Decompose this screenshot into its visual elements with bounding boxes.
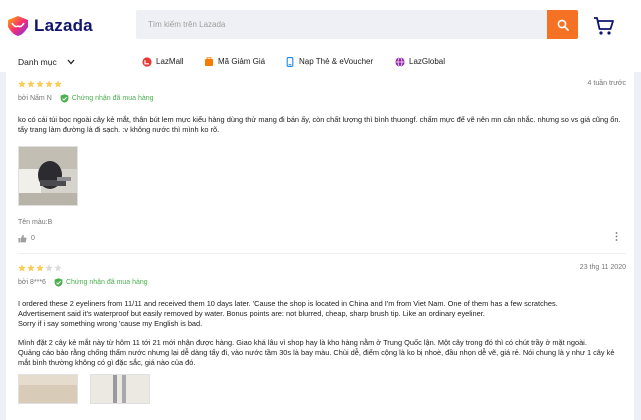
review-text: ko có cái túi bọc ngoài cây kẻ mắt, thân… [18, 115, 621, 134]
star-filled-icon [36, 80, 44, 88]
chevron-down-icon [67, 59, 75, 64]
star-filled-icon [27, 264, 35, 272]
lazmall-icon [142, 56, 152, 67]
cart-icon[interactable] [593, 16, 615, 36]
star-empty-icon [54, 264, 62, 272]
review-photo[interactable] [90, 374, 150, 404]
search-box [136, 10, 548, 39]
review-photo[interactable] [18, 146, 78, 206]
verified-check-icon [60, 94, 69, 103]
verified-label: Chứng nhận đã mua hàng [71, 95, 154, 102]
rating-stars [18, 264, 626, 273]
header: Lazada [0, 0, 641, 50]
review-photo-image [91, 375, 149, 403]
more-options-icon[interactable] [615, 232, 618, 241]
review-content: ko có cái túi bọc ngoài cây kẻ mắt, thân… [18, 115, 626, 135]
star-filled-icon [18, 80, 26, 88]
review-text: Mình đặt 2 cây kẻ mắt này từ hôm 11 tới … [18, 338, 587, 347]
review-item: 4 tuần trước bởi Nấm N Chứng nhận đã mua… [18, 80, 626, 244]
review-photo-image [19, 147, 77, 205]
nav-link-lazmall[interactable]: LazMall [142, 56, 184, 67]
verified-label: Chứng nhận đã mua hàng [65, 279, 148, 286]
lazada-logo[interactable]: Lazada [6, 14, 93, 38]
review-text: Advertisement said it's waterproof but e… [18, 309, 485, 318]
review-content: I ordered these 2 eyeliners from 11/11 a… [18, 299, 626, 368]
star-filled-icon [27, 80, 35, 88]
review-photo[interactable] [18, 374, 78, 404]
thumbs-up-icon[interactable] [18, 234, 27, 243]
category-menu-button[interactable]: Danh mục [18, 56, 75, 67]
nav-link-label: Mã Giảm Giá [218, 57, 266, 66]
voucher-icon [205, 56, 213, 66]
review-text: Quảng cáo bảo rằng chống thấm nước nhưng… [18, 348, 615, 367]
rating-stars [18, 80, 626, 89]
nav-link-voucher[interactable]: Mã Giảm Giá [204, 56, 265, 67]
review-photos [18, 374, 626, 404]
star-filled-icon [54, 80, 62, 88]
star-filled-icon [45, 80, 53, 88]
star-filled-icon [18, 264, 26, 272]
review-date: 4 tuần trước [587, 80, 626, 87]
variant-label: Tên màu:B [18, 219, 53, 226]
verified-check-icon [54, 278, 63, 287]
brand-name: Lazada [34, 16, 93, 35]
search-input[interactable] [136, 10, 548, 39]
like-count: 0 [31, 234, 35, 242]
category-menu-label: Danh mục [18, 56, 57, 67]
review-author: bởi Nấm N [18, 95, 52, 102]
nav-link-lazglobal[interactable]: LazGlobal [395, 56, 445, 67]
review-text: I ordered these 2 eyeliners from 11/11 a… [18, 299, 558, 308]
lazada-heart-icon [8, 16, 28, 36]
review-photo-image [19, 375, 77, 403]
nav-link-label: Nạp Thẻ & eVoucher [299, 57, 374, 66]
review-text: Sorry if i say something wrong 'cause my… [18, 319, 203, 328]
nav-link-label: LazMall [156, 57, 184, 66]
nav-link-topup[interactable]: Nạp Thẻ & eVoucher [285, 56, 373, 67]
review-divider [18, 253, 626, 254]
nav-link-label: LazGlobal [409, 57, 446, 66]
star-filled-icon [36, 264, 44, 272]
lazglobal-icon [395, 56, 405, 67]
topup-icon [286, 56, 294, 67]
search-button[interactable] [547, 10, 578, 39]
verified-badge: Chứng nhận đã mua hàng [60, 94, 154, 103]
reviews-panel: 4 tuần trước bởi Nấm N Chứng nhận đã mua… [6, 72, 634, 420]
search-icon [557, 19, 569, 31]
verified-badge: Chứng nhận đã mua hàng [54, 278, 148, 287]
category-nav: Danh mục LazMall Mã Giảm Giá Nạp Thẻ & e… [0, 50, 641, 72]
star-empty-icon [45, 264, 53, 272]
review-author: bởi 8***6 [18, 279, 46, 286]
review-item: 23 thg 11 2020 bởi 8***6 Chứng nhận đã m… [18, 264, 626, 404]
review-date: 23 thg 11 2020 [579, 264, 626, 271]
